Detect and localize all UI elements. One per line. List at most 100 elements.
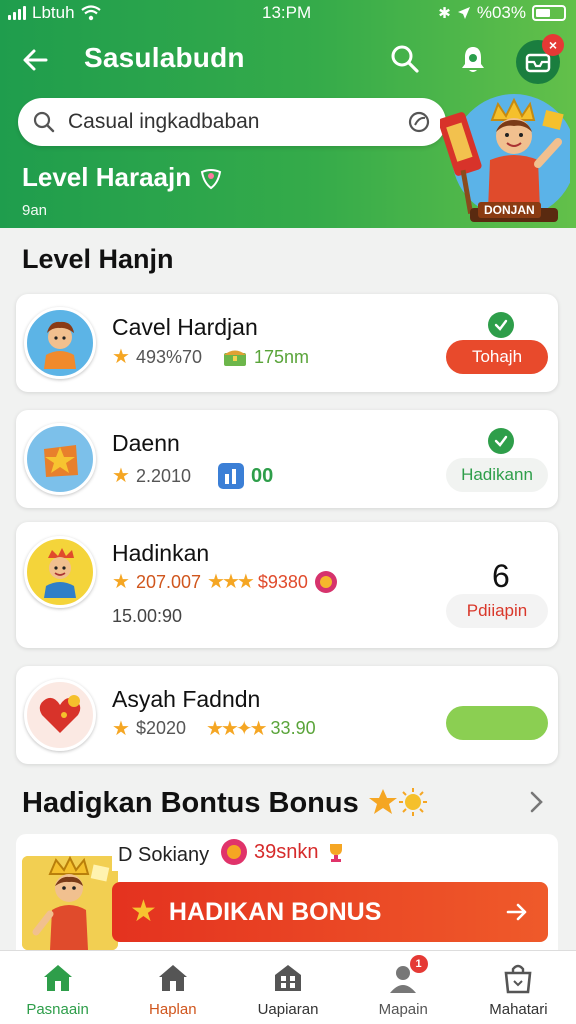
hero-sub-text: 9an [22, 202, 48, 219]
tab-label: Mahatari [489, 1001, 548, 1018]
tab-label: Haplan [149, 1001, 197, 1018]
coin-icon [221, 839, 247, 865]
back-arrow-icon[interactable] [20, 44, 52, 76]
home-icon [43, 965, 72, 991]
battery-icon [532, 5, 566, 21]
level-stats: ★ 2.2010 00 [112, 462, 273, 490]
level-name: Asyah Fadndn [112, 686, 261, 712]
level-stat-primary: 207.007 [135, 571, 202, 592]
heart-box-icon [39, 695, 81, 733]
battery-percent: %03% [476, 3, 526, 22]
house-icon [158, 965, 187, 991]
avatar [24, 423, 96, 495]
wifi-icon [80, 5, 101, 21]
level-action-button[interactable]: Pdiiapin [446, 594, 548, 628]
bag-icon [504, 964, 532, 994]
level-card-4[interactable]: Asyah Fadndn ★ $2020 ★★✦★ 33.90 [16, 666, 558, 764]
level-stat-secondary: $9380 [257, 571, 308, 592]
tab-building[interactable]: Uapiaran [230, 951, 345, 1024]
level-stat-secondary: 00 [251, 464, 274, 487]
level-stat-secondary: 33.90 [270, 718, 316, 738]
location-icon [457, 7, 470, 19]
star-rating-icon: ★★✦★ [206, 717, 268, 740]
bonus-section-title: Hadigkan Bontus Bonus [22, 786, 431, 820]
bonus-tag: D Sokiany [112, 840, 216, 871]
signal-icon [8, 6, 26, 20]
star-icon: ★ [112, 346, 130, 368]
level-stat-primary: 493%70 [135, 346, 202, 367]
search-bar[interactable] [18, 98, 446, 146]
tab-home[interactable]: Pasnaain [0, 951, 115, 1024]
level-card-1[interactable]: Cavel Hardjan ★ 493%70 175nm Tohajh [16, 294, 558, 392]
voice-search-icon[interactable] [406, 109, 432, 135]
bonus-card: D Sokiany 39snkn ★ HADIKAN BONUS [16, 834, 558, 950]
tab-label: Uapiaran [257, 1001, 319, 1018]
star-sun-icon [368, 788, 427, 816]
chevron-right-icon[interactable] [524, 790, 548, 814]
inbox-badge: × [542, 34, 564, 56]
tab-plan[interactable]: Haplan [115, 951, 230, 1024]
level-action-button[interactable] [446, 706, 548, 740]
chart-square-icon [218, 463, 244, 489]
building-icon [275, 965, 301, 991]
avatar [24, 679, 96, 751]
app-header: Lbtuh 13:PM ✱ %03% Sasulabudn × Casual i… [0, 0, 576, 228]
completed-check-icon [488, 428, 514, 454]
level-stats: ★ 207.007 ★★★ $9380 [112, 570, 338, 594]
claim-bonus-button[interactable]: ★ HADIKAN BONUS [112, 882, 548, 942]
tab-bag[interactable]: Mahatari [461, 951, 576, 1024]
level-card-3[interactable]: Hadinkan ★ 207.007 ★★★ $9380 15.00:90 6 … [16, 522, 558, 648]
tab-label: Mapain [378, 1001, 428, 1018]
treasure-chest-icon [224, 350, 246, 366]
level-name: Cavel Hardjan [112, 314, 258, 340]
level-name: Daenn [112, 430, 180, 456]
bonus-points-value: 39snkn [254, 840, 319, 863]
avatar [24, 536, 96, 608]
medal-icon [314, 571, 337, 593]
level-stat-primary: 2.2010 [135, 465, 191, 486]
inbox-button[interactable]: × [516, 34, 564, 84]
level-action-button[interactable]: Tohajh [446, 340, 548, 374]
level-stats: ★ $2020 ★★✦★ 33.90 [112, 718, 316, 739]
level-count: 6 [492, 558, 510, 594]
search-field-icon [33, 111, 55, 133]
hero-level-text: Level Haraajn [22, 162, 192, 192]
status-right: ✱ %03% [438, 3, 566, 23]
trophy-icon [329, 844, 342, 862]
bonus-points: 39snkn [220, 838, 347, 866]
shield-badge-icon [200, 168, 222, 189]
level-stat-primary: $2020 [135, 718, 186, 738]
star-icon: ★ [130, 895, 157, 928]
level-action-button[interactable]: Hadikann [446, 458, 548, 492]
star-rating-icon: ★★★ [207, 571, 255, 593]
avatar [24, 307, 96, 379]
tab-profile[interactable]: 1 Mapain [346, 951, 461, 1024]
search-input[interactable] [68, 110, 406, 134]
tab-badge: 1 [409, 955, 428, 973]
bonus-title-text: Hadigkan Bontus Bonus [22, 786, 359, 819]
star-box-icon [44, 445, 78, 477]
level-stat-secondary: 175nm [254, 346, 310, 367]
notification-bell-icon[interactable] [456, 42, 490, 76]
status-bar: Lbtuh 13:PM ✱ %03% [0, 0, 576, 28]
claim-bonus-label: HADIKAN BONUS [168, 897, 382, 926]
search-icon[interactable] [388, 42, 422, 76]
level-section-title: Level Hanjn [22, 244, 174, 274]
bottom-tab-bar: Pasnaain Haplan Uapiaran 1 Mapain Mahata… [0, 950, 576, 1024]
level-stats: ★ 493%70 175nm [112, 346, 309, 368]
level-name: Hadinkan [112, 540, 210, 566]
hero-level-heading: Level Haraajn [22, 162, 223, 193]
bluetooth-icon: ✱ [438, 5, 451, 22]
star-icon: ★ [112, 571, 130, 593]
status-time: 13:PM [262, 3, 312, 22]
completed-check-icon [488, 312, 514, 338]
level-card-2[interactable]: Daenn ★ 2.2010 00 Hadikann [16, 410, 558, 508]
star-icon: ★ [112, 465, 130, 487]
arrow-right-icon [506, 903, 527, 921]
mascot-label: DONJAN [478, 202, 541, 218]
app-title: Sasulabudn [84, 42, 245, 73]
mascot-king-bonus-illustration [22, 856, 118, 950]
level-time: 15.00:90 [112, 606, 182, 627]
character-avatar-icon [44, 321, 76, 369]
carrier-name: Lbtuh [32, 3, 75, 22]
